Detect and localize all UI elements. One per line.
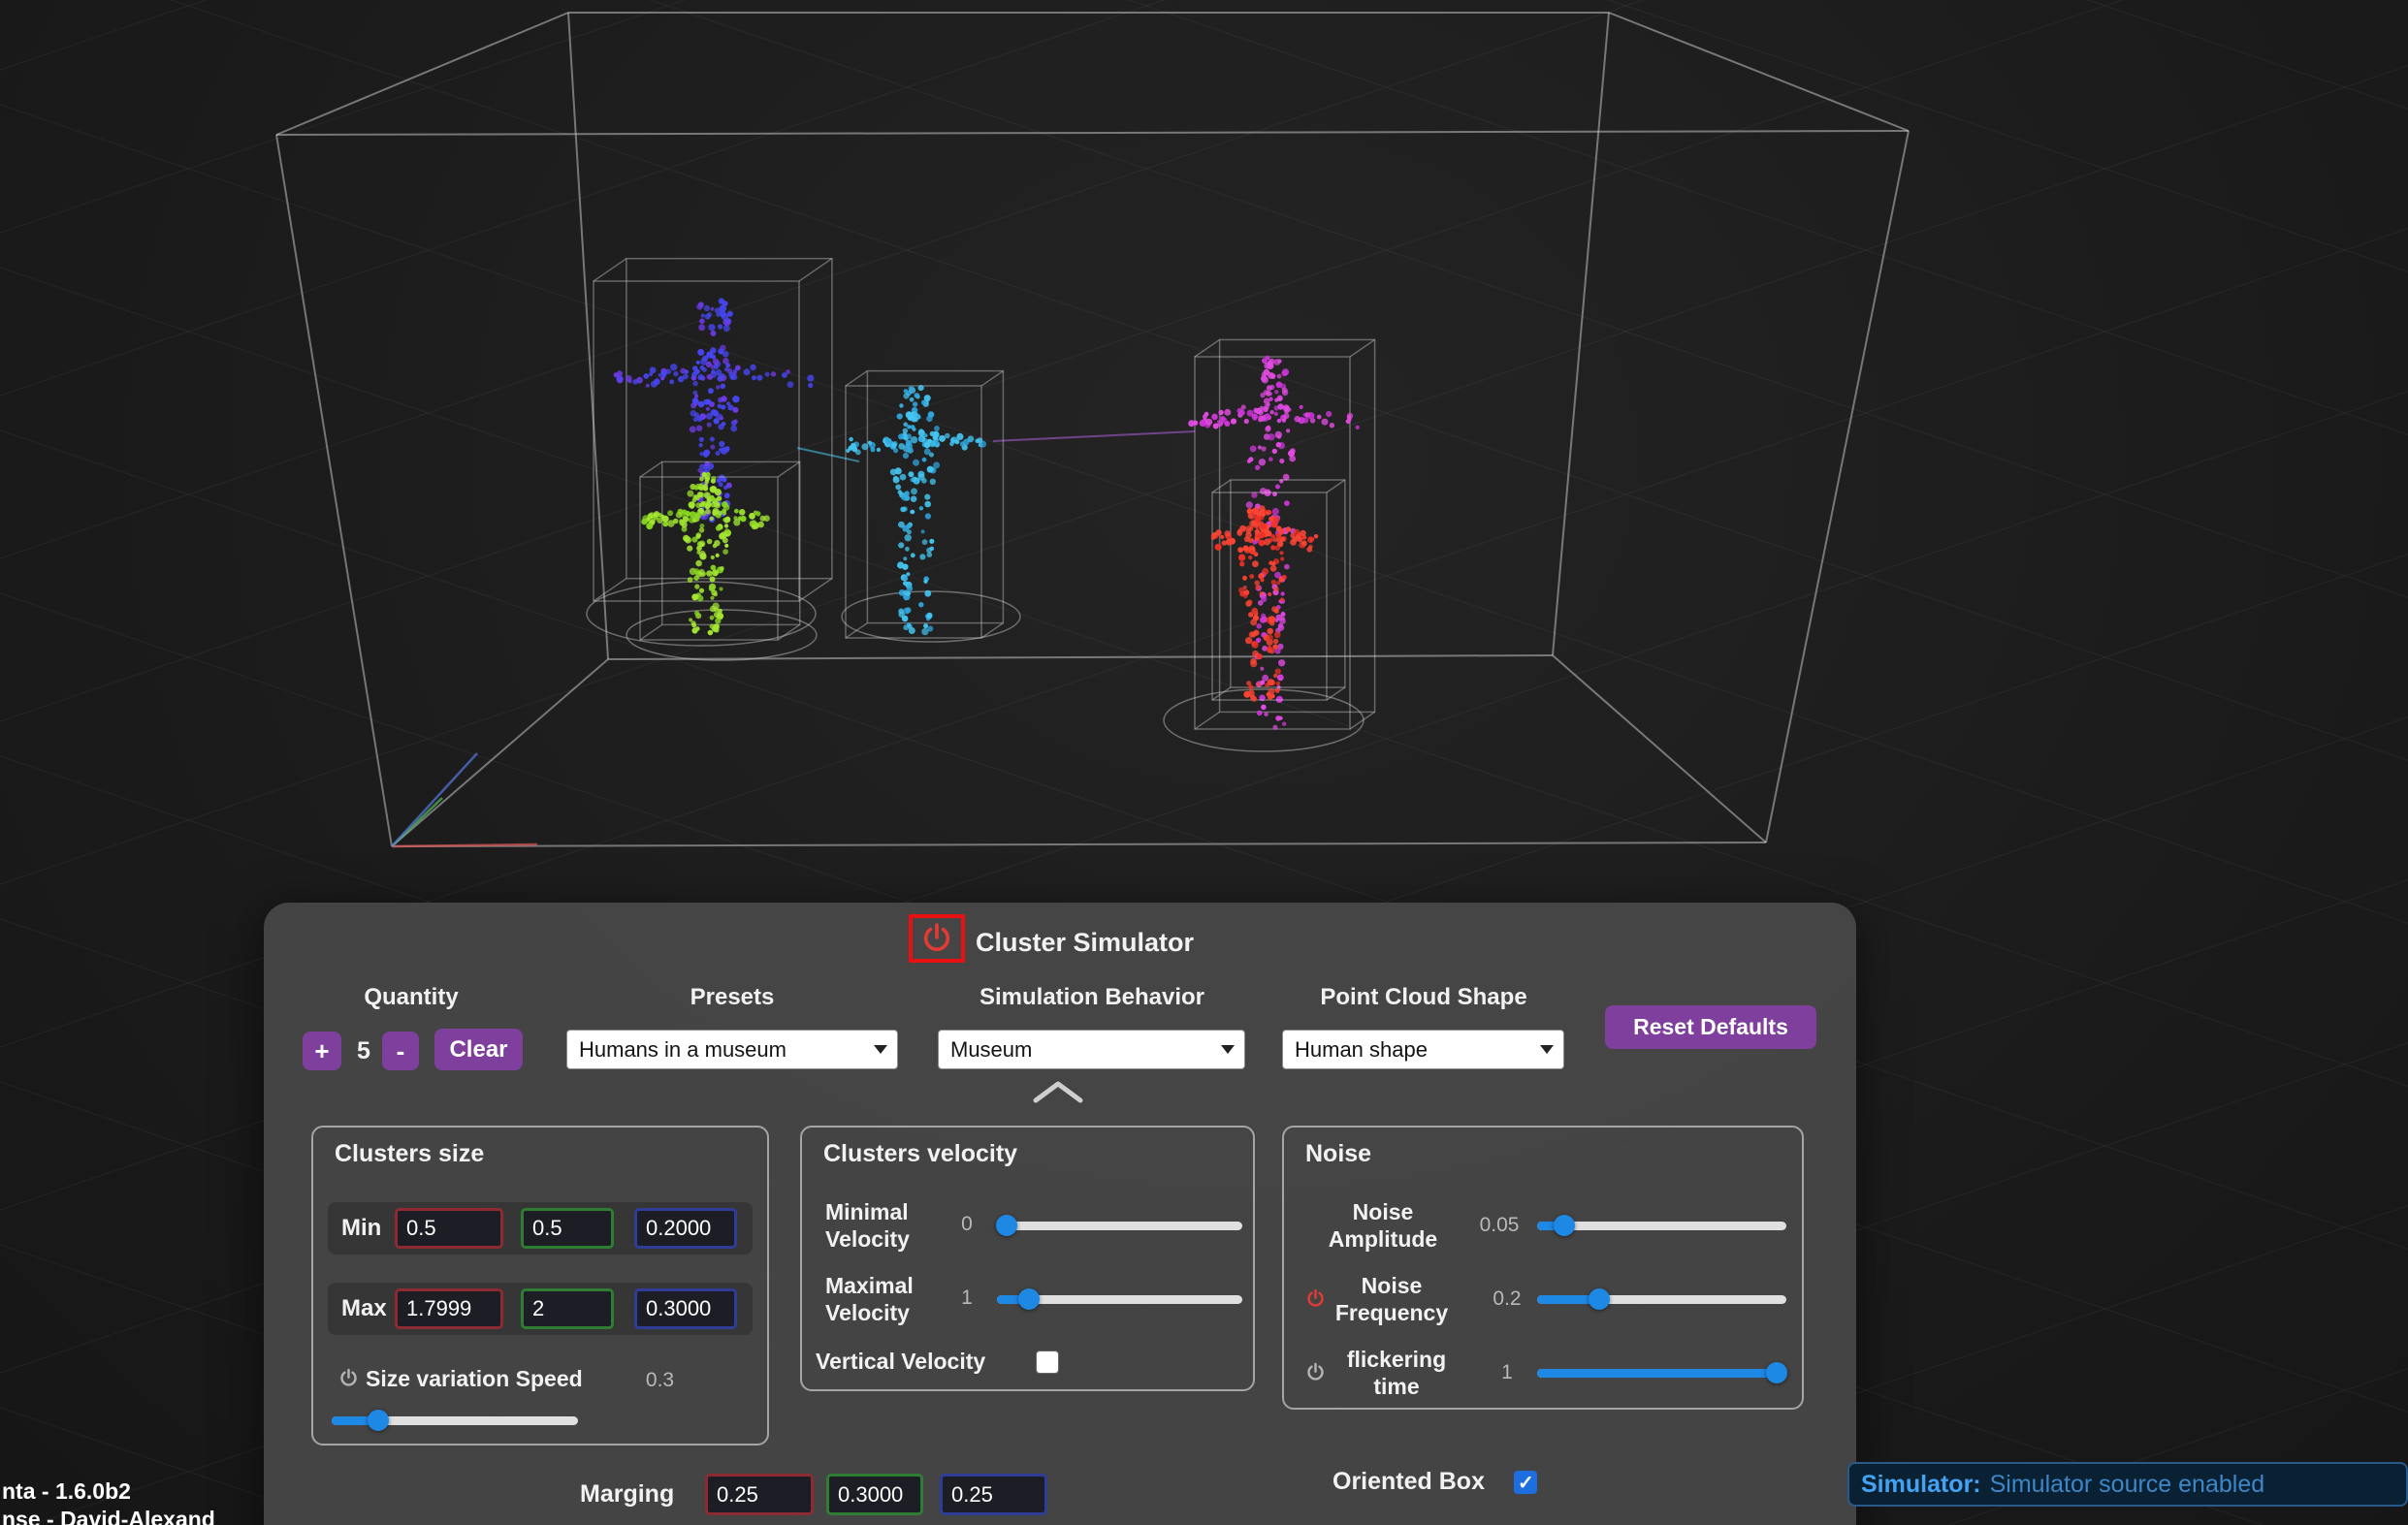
quantity-label: Quantity: [364, 984, 458, 1011]
panel-title: Cluster Simulator: [976, 928, 1194, 958]
size-variation-slider[interactable]: [332, 1410, 578, 1431]
slider-knob[interactable]: [1018, 1288, 1040, 1310]
flickering-time-slider[interactable]: [1537, 1362, 1786, 1383]
min-label: Min: [341, 1202, 381, 1255]
min-row: Min: [328, 1202, 753, 1255]
noise-amplitude-label: Noise Amplitude: [1320, 1198, 1446, 1253]
noise-frequency-power-button[interactable]: [1305, 1288, 1326, 1309]
oriented-box-label: Oriented Box: [1332, 1468, 1485, 1496]
clusters-size-section: Clusters size Min Max Size variation Spe…: [311, 1126, 769, 1446]
version-text: nta - 1.6.0b2 nse - David-Alexand: [2, 1477, 215, 1525]
vertical-velocity-label: Vertical Velocity: [816, 1349, 985, 1375]
flickering-time-value: 1: [1488, 1361, 1526, 1384]
version-line-1: nta - 1.6.0b2: [2, 1477, 215, 1506]
vertical-velocity-checkbox[interactable]: [1036, 1350, 1059, 1374]
quantity-increase-button[interactable]: +: [303, 1032, 341, 1070]
max-row: Max: [328, 1283, 753, 1335]
minimal-velocity-label: Minimal Velocity: [825, 1198, 932, 1253]
power-icon: [338, 1368, 359, 1388]
shape-label: Point Cloud Shape: [1320, 984, 1526, 1011]
slider-track[interactable]: [997, 1222, 1242, 1230]
slider-knob[interactable]: [1589, 1288, 1610, 1310]
simulator-power-button[interactable]: [920, 922, 953, 955]
power-icon: [1305, 1362, 1326, 1382]
power-button-highlight: [909, 914, 965, 963]
chevron-down-icon: [1221, 1045, 1235, 1061]
noise-amplitude-value: 0.05: [1470, 1214, 1528, 1237]
status-message: Simulator source enabled: [1990, 1471, 2265, 1499]
shape-select[interactable]: Human shape: [1282, 1030, 1564, 1069]
noise-frequency-value: 0.2: [1483, 1287, 1531, 1311]
status-prefix: Simulator:: [1861, 1471, 1981, 1499]
chevron-down-icon: [1540, 1045, 1554, 1061]
presets-selected-value: Humans in a museum: [579, 1037, 787, 1063]
flickering-time-label: flickering time: [1338, 1346, 1455, 1400]
power-icon: [920, 922, 953, 955]
slider-knob[interactable]: [996, 1215, 1017, 1236]
noise-frequency-label: Noise Frequency: [1329, 1272, 1455, 1326]
behavior-select[interactable]: Museum: [938, 1030, 1245, 1069]
version-line-2: nse - David-Alexand: [2, 1506, 215, 1525]
minimal-velocity-value: 0: [947, 1213, 986, 1236]
slider-knob[interactable]: [1554, 1215, 1575, 1236]
size-variation-label: Size variation Speed: [366, 1366, 583, 1392]
behavior-label: Simulation Behavior: [979, 984, 1204, 1011]
chevron-up-icon: [1030, 1077, 1086, 1106]
max-x-input[interactable]: [395, 1288, 503, 1329]
max-z-input[interactable]: [634, 1288, 737, 1329]
presets-select[interactable]: Humans in a museum: [566, 1030, 898, 1069]
shape-selected-value: Human shape: [1295, 1037, 1428, 1063]
slider-fill: [1537, 1369, 1777, 1378]
marging-y-input[interactable]: [826, 1474, 923, 1515]
maximal-velocity-slider[interactable]: [997, 1288, 1242, 1310]
reset-defaults-button[interactable]: Reset Defaults: [1605, 1005, 1816, 1049]
status-bar: Simulator: Simulator source enabled: [1847, 1462, 2408, 1507]
maximal-velocity-label: Maximal Velocity: [825, 1272, 932, 1326]
size-variation-value: 0.3: [633, 1369, 687, 1392]
clusters-velocity-section: Clusters velocity Minimal Velocity 0 Max…: [800, 1126, 1255, 1391]
slider-knob[interactable]: [368, 1410, 389, 1431]
minimal-velocity-slider[interactable]: [997, 1215, 1242, 1236]
collapse-panel-button[interactable]: [1030, 1077, 1086, 1109]
power-icon: [1305, 1288, 1326, 1309]
max-y-input[interactable]: [521, 1288, 614, 1329]
marging-z-input[interactable]: [940, 1474, 1047, 1515]
clear-button[interactable]: Clear: [434, 1029, 523, 1070]
min-x-input[interactable]: [395, 1208, 503, 1249]
behavior-selected-value: Museum: [950, 1037, 1032, 1063]
quantity-value: 5: [347, 1032, 380, 1070]
app-root: Cluster Simulator Quantity Presets Simul…: [0, 0, 2408, 1525]
marging-x-input[interactable]: [705, 1474, 814, 1515]
chevron-down-icon: [874, 1045, 887, 1061]
noise-section: Noise Noise Amplitude 0.05 Noise Frequen…: [1282, 1126, 1804, 1410]
maximal-velocity-value: 1: [947, 1287, 986, 1310]
cluster-simulator-panel: Cluster Simulator Quantity Presets Simul…: [264, 903, 1856, 1525]
noise-amplitude-slider[interactable]: [1537, 1215, 1786, 1236]
clusters-size-title: Clusters size: [335, 1140, 484, 1168]
marging-label: Marging: [580, 1480, 674, 1509]
min-z-input[interactable]: [634, 1208, 737, 1249]
slider-knob[interactable]: [1766, 1362, 1787, 1383]
clusters-velocity-title: Clusters velocity: [823, 1140, 1017, 1168]
size-variation-power-button[interactable]: [338, 1368, 359, 1388]
noise-title: Noise: [1305, 1140, 1371, 1168]
min-y-input[interactable]: [521, 1208, 614, 1249]
presets-label: Presets: [690, 984, 775, 1011]
flickering-time-power-button[interactable]: [1305, 1362, 1326, 1382]
quantity-decrease-button[interactable]: -: [382, 1032, 419, 1070]
noise-frequency-slider[interactable]: [1537, 1288, 1786, 1310]
oriented-box-checkbox[interactable]: [1514, 1471, 1537, 1494]
max-label: Max: [341, 1283, 387, 1335]
